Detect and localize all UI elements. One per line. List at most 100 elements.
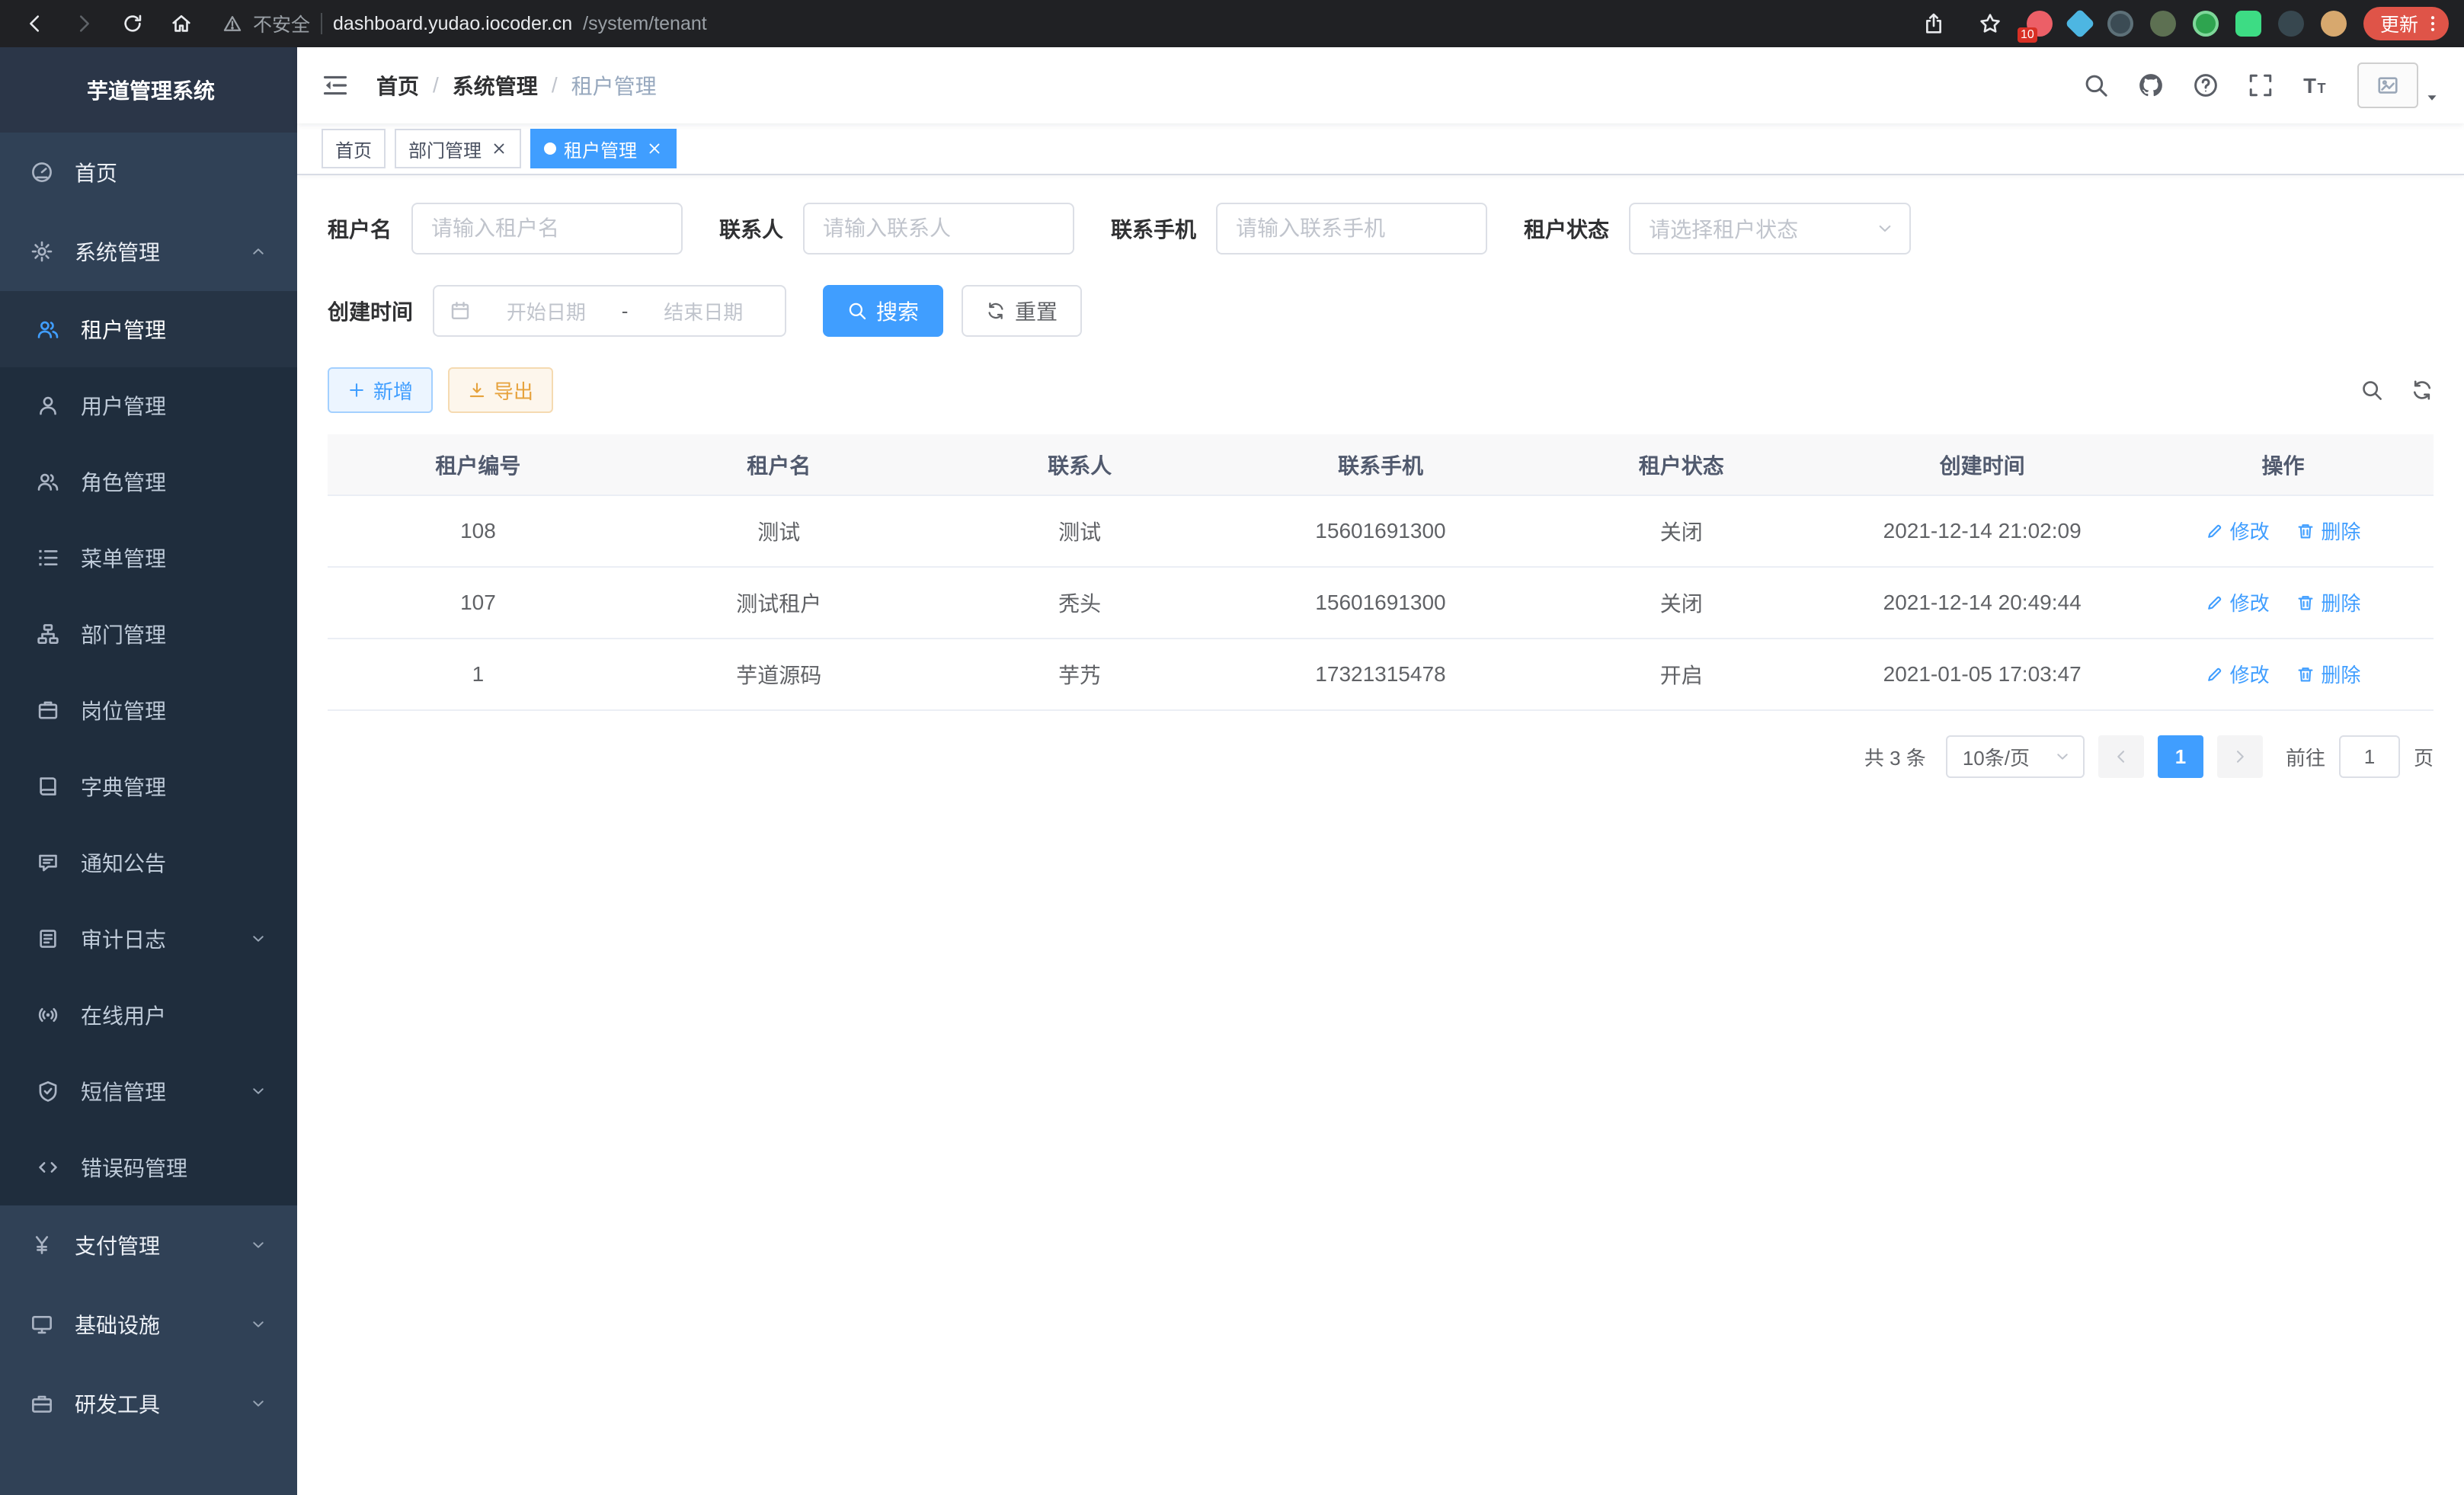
address-divider: [321, 13, 322, 34]
trash-icon: [2296, 522, 2315, 540]
chevron-down-icon: [250, 1083, 267, 1100]
sidebar-item-dict[interactable]: 字典管理: [0, 748, 297, 824]
pagination: 共 3 条 10条/页 1 前往 页: [328, 735, 2434, 778]
goto-page-input[interactable]: [2339, 735, 2400, 778]
close-icon[interactable]: [491, 140, 507, 157]
browser-update-button[interactable]: 更新: [2363, 7, 2449, 40]
delete-button[interactable]: 删除: [2296, 588, 2360, 616]
font-size-icon[interactable]: TT: [2302, 72, 2328, 98]
share-icon[interactable]: [1914, 4, 1954, 43]
extension-icon-7[interactable]: [2278, 11, 2304, 37]
tags-view-bar: 首页 部门管理 租户管理: [297, 123, 2464, 175]
breadcrumb-separator: /: [433, 73, 439, 98]
next-page-button[interactable]: [2217, 735, 2263, 778]
col-created: 创建时间: [1832, 434, 2133, 495]
sidebar-item-error-code[interactable]: 错误码管理: [0, 1129, 297, 1205]
sidebar-item-devtools[interactable]: 研发工具: [0, 1364, 297, 1443]
back-icon[interactable]: [15, 4, 55, 43]
breadcrumb-system[interactable]: 系统管理: [453, 70, 538, 101]
github-icon[interactable]: [2138, 72, 2164, 98]
breadcrumb-home[interactable]: 首页: [376, 70, 419, 101]
sidebar-item-online-user[interactable]: 在线用户: [0, 977, 297, 1053]
list-icon: [37, 546, 61, 569]
export-button[interactable]: 导出: [448, 367, 553, 413]
url-domain: dashboard.yudao.iocoder.cn: [333, 13, 572, 35]
toggle-search-icon[interactable]: [2360, 379, 2383, 402]
sidebar-item-menu[interactable]: 菜单管理: [0, 520, 297, 596]
breadcrumb-current: 租户管理: [571, 70, 657, 101]
search-icon[interactable]: [2083, 72, 2109, 98]
reload-icon[interactable]: [113, 4, 152, 43]
edit-button[interactable]: 修改: [2206, 588, 2270, 616]
app-title: 芋道管理系统: [87, 75, 215, 105]
sidebar-item-home[interactable]: 首页: [0, 133, 297, 212]
plus-icon: [347, 381, 366, 399]
active-dot: [544, 142, 556, 155]
sidebar-item-notice[interactable]: 通知公告: [0, 824, 297, 901]
tab-home[interactable]: 首页: [322, 129, 386, 168]
date-separator: -: [622, 299, 629, 323]
refresh-table-icon[interactable]: [2411, 379, 2434, 402]
sidebar-item-tenant[interactable]: 租户管理: [0, 291, 297, 367]
extension-icon-6[interactable]: [2235, 11, 2261, 37]
tenant-name-input[interactable]: [411, 203, 683, 255]
extension-icon-3[interactable]: [2107, 11, 2133, 37]
hamburger-icon[interactable]: [322, 72, 349, 99]
logo-image: [20, 65, 70, 115]
extension-icon-5[interactable]: [2193, 11, 2219, 37]
delete-button[interactable]: 删除: [2296, 660, 2360, 688]
bookmark-star-icon[interactable]: [1970, 4, 2010, 43]
org-tree-icon: [37, 623, 61, 645]
home-icon[interactable]: [162, 4, 201, 43]
search-button[interactable]: 搜索: [823, 285, 943, 337]
edit-button[interactable]: 修改: [2206, 517, 2270, 545]
prev-page-button[interactable]: [2098, 735, 2144, 778]
monitor-icon: [30, 1313, 55, 1336]
page-size-select[interactable]: 10条/页: [1946, 735, 2085, 778]
sidebar-item-user[interactable]: 用户管理: [0, 367, 297, 443]
app-logo[interactable]: 芋道管理系统: [0, 47, 297, 133]
dashboard-icon: [30, 161, 55, 184]
reset-button[interactable]: 重置: [962, 285, 1082, 337]
add-button[interactable]: 新增: [328, 367, 433, 413]
sidebar-item-post[interactable]: 岗位管理: [0, 672, 297, 748]
page-number-1[interactable]: 1: [2158, 735, 2203, 778]
sidebar-item-sms[interactable]: 短信管理: [0, 1053, 297, 1129]
edit-button[interactable]: 修改: [2206, 660, 2270, 688]
sidebar-item-audit-log[interactable]: 审计日志: [0, 901, 297, 977]
col-tenant-name: 租户名: [629, 434, 930, 495]
delete-button[interactable]: 删除: [2296, 517, 2360, 545]
sidebar-item-role[interactable]: 角色管理: [0, 443, 297, 520]
phone-input[interactable]: [1216, 203, 1487, 255]
close-icon[interactable]: [646, 140, 663, 157]
sidebar-item-infra[interactable]: 基础设施: [0, 1285, 297, 1364]
extension-icon-8[interactable]: [2321, 11, 2347, 37]
users-icon: [37, 318, 61, 341]
user-avatar[interactable]: [2357, 62, 2440, 108]
extension-icon-4[interactable]: [2150, 11, 2176, 37]
sidebar-item-pay[interactable]: 支付管理: [0, 1205, 297, 1285]
fullscreen-icon[interactable]: [2248, 72, 2274, 98]
tab-dept[interactable]: 部门管理: [395, 129, 521, 168]
extension-icon-2[interactable]: [2065, 8, 2095, 39]
contact-input[interactable]: [803, 203, 1074, 255]
chevron-down-icon: [250, 1316, 267, 1333]
status-select[interactable]: 请选择租户状态: [1629, 203, 1911, 255]
tab-tenant[interactable]: 租户管理: [530, 129, 677, 168]
extension-icon-1[interactable]: 10: [2027, 11, 2053, 37]
gear-icon: [30, 240, 55, 263]
chevron-left-icon: [2112, 748, 2130, 766]
date-range-picker[interactable]: 开始日期 - 结束日期: [433, 285, 786, 337]
col-phone: 联系手机: [1230, 434, 1531, 495]
chevron-up-icon: [250, 243, 267, 260]
sidebar-item-dept[interactable]: 部门管理: [0, 596, 297, 672]
col-actions: 操作: [2133, 434, 2434, 495]
address-bar[interactable]: 不安全 dashboard.yudao.iocoder.cn/system/te…: [222, 10, 1905, 37]
forward-icon[interactable]: [64, 4, 104, 43]
yen-icon: [30, 1234, 55, 1257]
book-icon: [37, 775, 61, 798]
goto-label: 前往: [2286, 743, 2325, 771]
sidebar: 芋道管理系统 首页 系统管理 租户管理 用户管理: [0, 47, 297, 1495]
sidebar-item-system[interactable]: 系统管理: [0, 212, 297, 291]
help-icon[interactable]: [2193, 72, 2219, 98]
